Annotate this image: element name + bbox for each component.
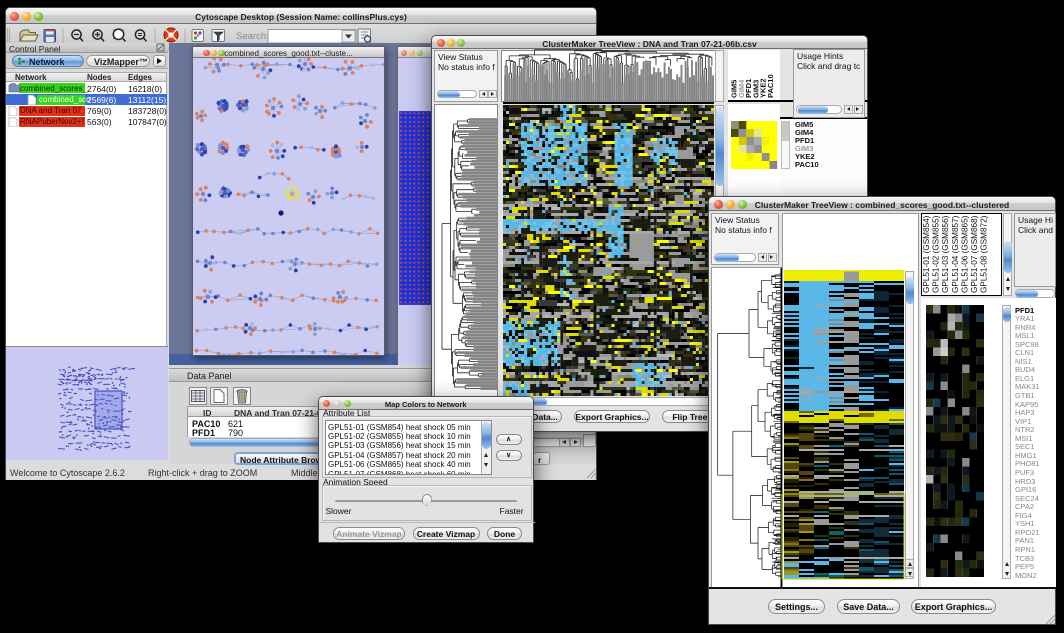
svg-text:GPL51-04 (GSM857): GPL51-04 (GSM857) — [951, 215, 960, 293]
svg-text:GPL51-03 (GSM856): GPL51-03 (GSM856) — [941, 215, 950, 293]
svg-text:GPL51-01 (GSM854): GPL51-01 (GSM854) — [922, 215, 931, 293]
svg-text:GPL51-06 (GSM865): GPL51-06 (GSM865) — [960, 215, 969, 293]
svg-text:GPL51-02 (GSM855): GPL51-02 (GSM855) — [932, 215, 941, 293]
svg-text:PAC10: PAC10 — [766, 74, 775, 98]
svg-text:Search:: Search: — [236, 31, 269, 42]
svg-text:GPL51-08 (GSM872): GPL51-08 (GSM872) — [980, 215, 989, 293]
svg-text:GPL51-07 (GSM868): GPL51-07 (GSM868) — [970, 215, 979, 293]
